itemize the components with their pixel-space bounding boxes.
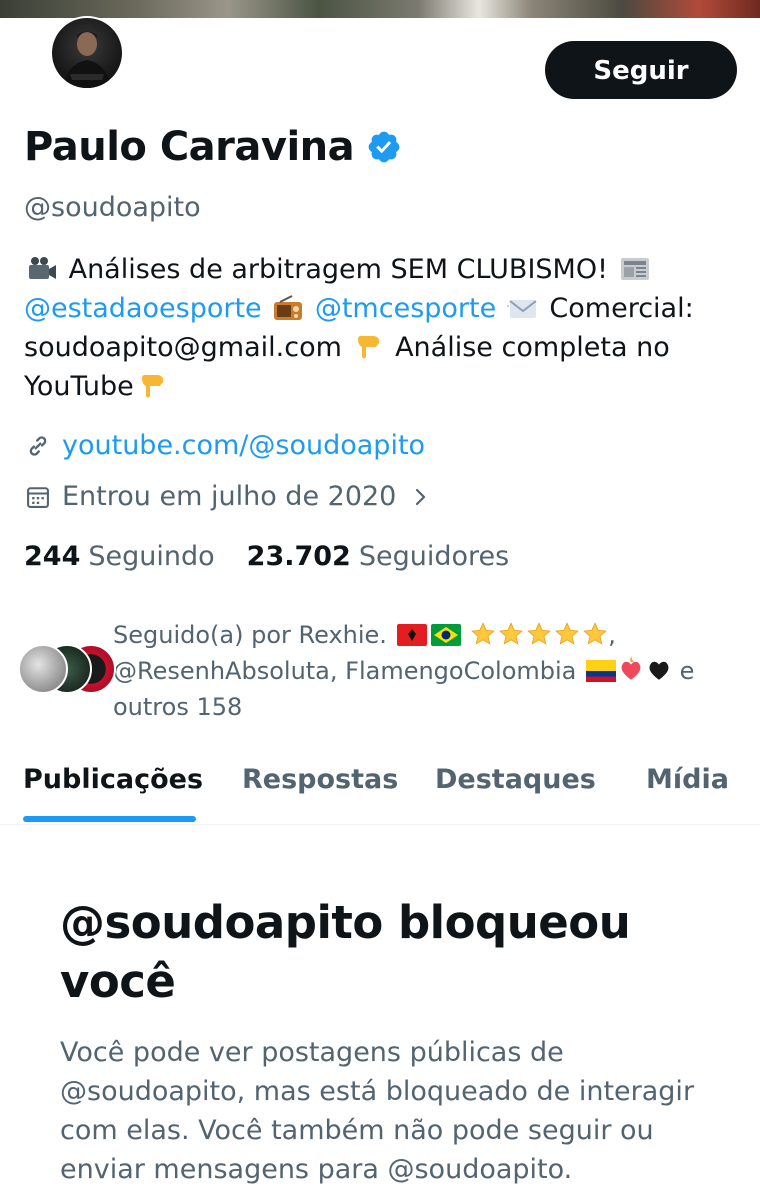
followed-by-line2-end: e [679, 657, 695, 685]
follower-avatar-1 [18, 644, 68, 694]
brazil-flag-icon [430, 620, 461, 646]
bio-text-1: Análises de arbitragem SEM CLUBISMO! [68, 254, 608, 285]
bio-commercial: Comercial: [549, 293, 694, 324]
black-heart-icon [646, 657, 672, 683]
star-icon-2 [498, 621, 524, 647]
following-count: 244 [24, 541, 81, 572]
profile-name: Paulo Caravina [24, 124, 355, 170]
followed-by-line1: Seguido(a) por Rexhie. [113, 621, 387, 649]
chevron-right-icon [412, 485, 430, 509]
tab-midia[interactable]: Mídia [646, 764, 729, 795]
mention-estadaoesporte[interactable]: @estadaoesporte [24, 293, 262, 324]
radio-icon [272, 294, 304, 322]
profile-bio: Análises de arbitragem SEM CLUBISMO! @es… [24, 250, 724, 406]
active-tab-indicator [23, 816, 196, 822]
blocked-description: Você pode ver postagens públicas de @sou… [60, 1037, 695, 1185]
newspaper-icon [619, 255, 651, 283]
followed-by-line3: outros 158 [113, 693, 243, 721]
star-icon-5 [582, 621, 608, 647]
bio-cta: Análise completa no [395, 332, 670, 363]
mention-tmcesporte[interactable]: @tmcesporte [315, 293, 496, 324]
following-label: Seguindo [88, 541, 215, 572]
follow-button[interactable]: Seguir [545, 41, 737, 99]
star-icon-4 [554, 621, 580, 647]
followers-stat[interactable]: 23.702 Seguidores [247, 541, 510, 572]
verified-badge-icon[interactable] [366, 129, 402, 165]
profile-link-row: youtube.com/@soudoapito [24, 430, 425, 461]
tab-destaques[interactable]: Destaques [435, 764, 596, 795]
heart-on-fire-icon [618, 657, 644, 683]
followers-label: Seguidores [358, 541, 510, 572]
bio-email: soudoapito@gmail.com [24, 332, 342, 363]
pointing-down-icon-2 [136, 372, 168, 400]
bio-cta-2: YouTube [24, 371, 134, 402]
following-stat[interactable]: 244 Seguindo [24, 541, 215, 572]
profile-name-row: Paulo Caravina [24, 122, 402, 172]
envelope-icon [505, 294, 539, 322]
tab-respostas[interactable]: Respostas [242, 764, 398, 795]
link-icon [24, 432, 52, 460]
star-icon-1 [470, 621, 496, 647]
star-icon-3 [526, 621, 552, 647]
film-camera-icon [26, 255, 58, 283]
blocked-title: @soudoapito bloqueou você [60, 896, 631, 1008]
profile-link[interactable]: youtube.com/@soudoapito [62, 430, 425, 461]
avatar-image [52, 18, 122, 88]
profile-tabs: Publicações Respostas Destaques Mídia [0, 742, 760, 825]
avatar[interactable] [50, 16, 124, 90]
followers-count: 23.702 [246, 541, 351, 572]
albania-flag-icon [396, 620, 427, 646]
profile-stats: 244 Seguindo 23.702 Seguidores [24, 541, 541, 572]
calendar-icon [24, 483, 52, 511]
profile-joined: Entrou em julho de 2020 [62, 481, 397, 512]
followed-by-text[interactable]: Seguido(a) por Rexhie. , @ResenhAbsoluta… [113, 617, 723, 725]
followed-by-line2: @ResenhAbsoluta, FlamengoColombia [113, 657, 577, 685]
colombia-flag-icon [586, 656, 617, 682]
followed-by-avatars[interactable] [18, 644, 116, 694]
profile-handle: @soudoapito [24, 192, 201, 223]
profile-joined-row[interactable]: Entrou em julho de 2020 [24, 481, 430, 512]
pointing-down-icon [352, 333, 384, 361]
profile-banner[interactable] [0, 0, 760, 18]
tab-publicacoes[interactable]: Publicações [23, 764, 203, 795]
